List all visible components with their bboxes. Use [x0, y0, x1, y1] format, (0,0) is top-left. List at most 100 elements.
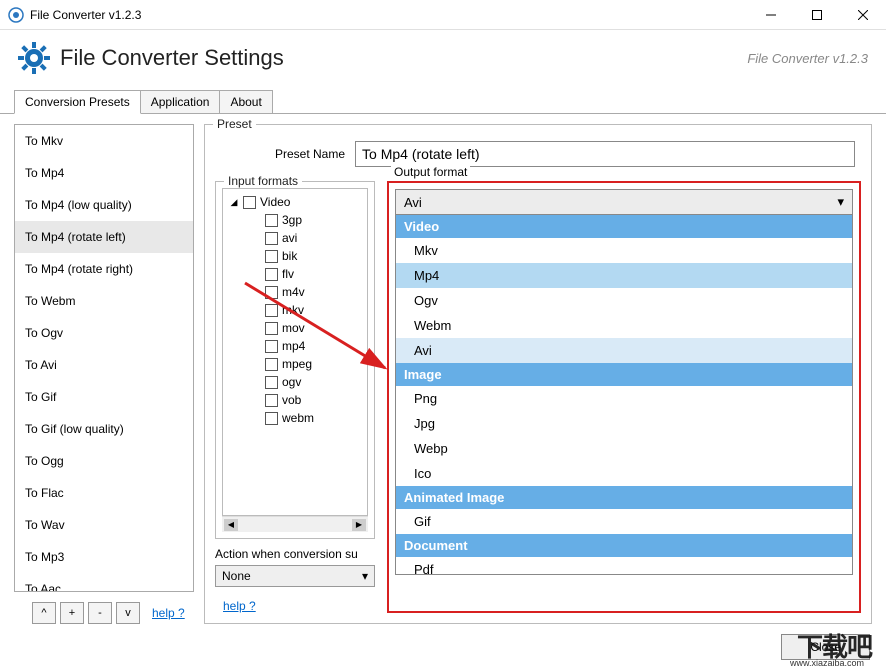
output-format-label: Output format [391, 165, 470, 179]
checkbox[interactable] [265, 322, 278, 335]
dialog-footer: Close [781, 634, 870, 660]
chevron-down-icon: ▾ [837, 194, 844, 210]
tree-item-label: ogv [282, 375, 301, 389]
dropdown-option[interactable]: Mp4 [396, 263, 852, 288]
preset-name-input[interactable] [355, 141, 855, 167]
checkbox[interactable] [265, 412, 278, 425]
checkbox[interactable] [265, 304, 278, 317]
preset-item[interactable]: To Wav [15, 509, 193, 541]
action-when-label: Action when conversion su [215, 547, 375, 561]
checkbox[interactable] [265, 340, 278, 353]
help-link-input[interactable]: help ? [223, 599, 375, 613]
checkbox-video[interactable] [243, 196, 256, 209]
preset-item[interactable]: To Mp4 [15, 157, 193, 189]
checkbox[interactable] [265, 214, 278, 227]
input-formats-column: Input formats ◢ Video 3gpavibikflvm4vmkv… [215, 181, 375, 613]
tree-item[interactable]: mov [261, 319, 367, 337]
scroll-right-icon[interactable]: ▶ [352, 519, 366, 531]
preset-item[interactable]: To Avi [15, 349, 193, 381]
action-when-select[interactable]: None ▾ [215, 565, 375, 587]
preset-item[interactable]: To Gif (low quality) [15, 413, 193, 445]
tree-item[interactable]: mkv [261, 301, 367, 319]
preset-item[interactable]: To Mp4 (rotate right) [15, 253, 193, 285]
preset-item[interactable]: To Aac [15, 573, 193, 592]
tree-item-label: m4v [282, 285, 305, 299]
preset-item[interactable]: To Webm [15, 285, 193, 317]
preset-item[interactable]: To Mp4 (low quality) [15, 189, 193, 221]
tree-item-label: mp4 [282, 339, 305, 353]
preset-item[interactable]: To Gif [15, 381, 193, 413]
checkbox[interactable] [265, 250, 278, 263]
preset-actions: ^ + - v help ? [14, 602, 194, 624]
preset-item[interactable]: To Ogg [15, 445, 193, 477]
preset-fieldset-label: Preset [213, 117, 256, 131]
checkbox[interactable] [265, 232, 278, 245]
tree-item-label: flv [282, 267, 294, 281]
tree-root-video[interactable]: ◢ Video [229, 193, 367, 211]
preset-list[interactable]: To MkvTo Mp4To Mp4 (low quality)To Mp4 (… [14, 124, 194, 592]
dropdown-option[interactable]: Mkv [396, 238, 852, 263]
tree-item[interactable]: mp4 [261, 337, 367, 355]
help-link[interactable]: help ? [152, 606, 185, 620]
dropdown-group-header: Video [396, 215, 852, 238]
checkbox[interactable] [265, 358, 278, 371]
input-formats-fieldset: Input formats ◢ Video 3gpavibikflvm4vmkv… [215, 181, 375, 539]
dropdown-option[interactable]: Gif [396, 509, 852, 534]
tree-item-label: mov [282, 321, 305, 335]
preset-item[interactable]: To Ogv [15, 317, 193, 349]
output-format-selected: Avi [404, 195, 422, 210]
checkbox[interactable] [265, 268, 278, 281]
checkbox[interactable] [265, 394, 278, 407]
caret-icon[interactable]: ◢ [229, 197, 239, 208]
tree-item-label: webm [282, 411, 314, 425]
maximize-button[interactable] [794, 0, 840, 30]
preset-move-up-button[interactable]: ^ [32, 602, 56, 624]
formats-row: Input formats ◢ Video 3gpavibikflvm4vmkv… [215, 181, 861, 613]
preset-item[interactable]: To Mp3 [15, 541, 193, 573]
scroll-left-icon[interactable]: ◀ [224, 519, 238, 531]
dropdown-option[interactable]: Png [396, 386, 852, 411]
dropdown-option[interactable]: Jpg [396, 411, 852, 436]
horizontal-scrollbar[interactable]: ◀ ▶ [222, 516, 368, 532]
gear-icon [18, 42, 50, 74]
preset-remove-button[interactable]: - [88, 602, 112, 624]
tab-about[interactable]: About [219, 90, 272, 114]
input-formats-label: Input formats [224, 174, 302, 188]
dropdown-option[interactable]: Webp [396, 436, 852, 461]
dropdown-option[interactable]: Ogv [396, 288, 852, 313]
minimize-button[interactable] [748, 0, 794, 30]
tab-strip: Conversion Presets Application About [0, 90, 886, 114]
dropdown-option[interactable]: Avi [396, 338, 852, 363]
tree-item[interactable]: vob [261, 391, 367, 409]
dropdown-option[interactable]: Pdf [396, 557, 852, 575]
tree-item[interactable]: webm [261, 409, 367, 427]
close-button[interactable]: Close [781, 634, 870, 660]
tree-item[interactable]: m4v [261, 283, 367, 301]
checkbox[interactable] [265, 286, 278, 299]
tree-item[interactable]: bik [261, 247, 367, 265]
tree-item[interactable]: ogv [261, 373, 367, 391]
tree-item[interactable]: 3gp [261, 211, 367, 229]
app-icon [8, 7, 24, 23]
tab-conversion-presets[interactable]: Conversion Presets [14, 90, 141, 114]
preset-item[interactable]: To Mkv [15, 125, 193, 157]
tree-item[interactable]: flv [261, 265, 367, 283]
checkbox[interactable] [265, 376, 278, 389]
tree-item[interactable]: avi [261, 229, 367, 247]
tree-root-label: Video [260, 195, 290, 209]
preset-move-down-button[interactable]: v [116, 602, 140, 624]
tab-application[interactable]: Application [140, 90, 221, 114]
tree-item[interactable]: mpeg [261, 355, 367, 373]
output-format-combobox[interactable]: Avi ▾ [395, 189, 853, 215]
chevron-down-icon: ▾ [362, 569, 368, 583]
preset-add-button[interactable]: + [60, 602, 84, 624]
dropdown-option[interactable]: Webm [396, 313, 852, 338]
preset-list-column: To MkvTo Mp4To Mp4 (low quality)To Mp4 (… [14, 124, 194, 624]
dropdown-option[interactable]: Ico [396, 461, 852, 486]
dropdown-group-header: Animated Image [396, 486, 852, 509]
input-formats-tree[interactable]: ◢ Video 3gpavibik flv m4v mkv mov mp4 mpeg ogv v… [222, 188, 368, 516]
preset-item[interactable]: To Flac [15, 477, 193, 509]
output-format-dropdown[interactable]: VideoMkvMp4OgvWebmAviImagePngJpgWebpIcoA… [395, 215, 853, 575]
preset-item[interactable]: To Mp4 (rotate left) [15, 221, 193, 253]
close-window-button[interactable] [840, 0, 886, 30]
